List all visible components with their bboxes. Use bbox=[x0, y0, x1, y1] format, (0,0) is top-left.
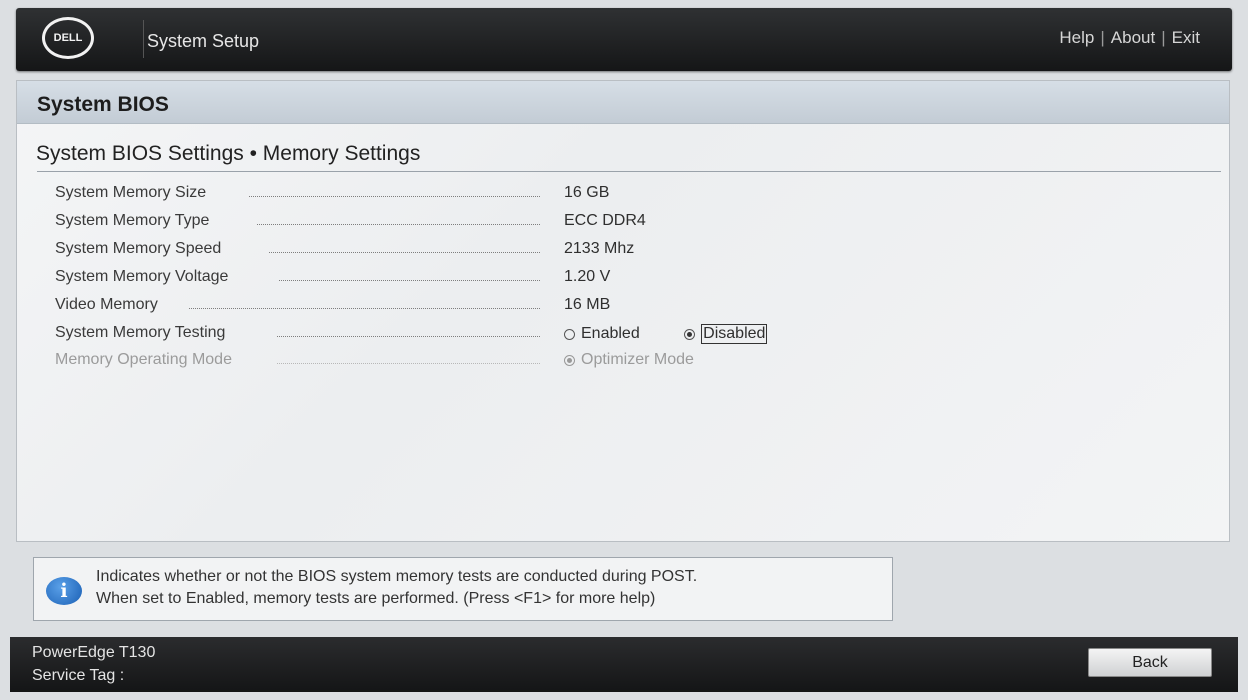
operating-mode-options: Optimizer Mode bbox=[564, 351, 694, 371]
setting-label: System Memory Size bbox=[55, 184, 207, 201]
setting-row-memory-type: System Memory Type ECC DDR4 bbox=[55, 212, 755, 234]
main-panel: System BIOS System BIOS Settings • Memor… bbox=[16, 80, 1230, 542]
setting-value: 16 MB bbox=[564, 296, 611, 313]
help-text-line-1: Indicates whether or not the BIOS system… bbox=[96, 568, 698, 585]
panel-title: System BIOS bbox=[37, 93, 169, 116]
back-button[interactable]: Back bbox=[1088, 648, 1212, 677]
setting-label: System Memory Type bbox=[55, 212, 210, 229]
help-box: i Indicates whether or not the BIOS syst… bbox=[33, 557, 893, 621]
service-tag-label: Service Tag : bbox=[32, 667, 125, 684]
model-name: PowerEdge T130 bbox=[32, 644, 156, 661]
memory-testing-options: Enabled Disabled bbox=[564, 324, 768, 345]
logo-text: DELL bbox=[53, 32, 83, 44]
setting-label: Memory Operating Mode bbox=[55, 351, 232, 368]
help-text-line-2: When set to Enabled, memory tests are pe… bbox=[96, 590, 656, 607]
setting-value: 2133 Mhz bbox=[564, 240, 635, 257]
header-links: Help | About | Exit bbox=[1059, 28, 1200, 47]
top-bar: DELL System Setup Help | About | Exit bbox=[16, 8, 1232, 71]
app-title: System Setup bbox=[147, 31, 260, 51]
dell-logo: DELL bbox=[42, 17, 94, 59]
setting-value: ECC DDR4 bbox=[564, 212, 646, 229]
divider bbox=[37, 171, 1221, 172]
setting-row-video-memory: Video Memory 16 MB bbox=[55, 296, 755, 318]
setting-value: 16 GB bbox=[564, 184, 610, 201]
setting-label: System Memory Testing bbox=[55, 324, 226, 341]
setting-row-memory-speed: System Memory Speed 2133 Mhz bbox=[55, 240, 755, 262]
setting-label: Video Memory bbox=[55, 296, 158, 313]
exit-link[interactable]: Exit bbox=[1172, 28, 1200, 47]
help-link[interactable]: Help bbox=[1059, 28, 1094, 47]
breadcrumb: System BIOS Settings • Memory Settings bbox=[36, 142, 421, 165]
setting-row-memory-size: System Memory Size 16 GB bbox=[55, 184, 755, 206]
setting-value: 1.20 V bbox=[564, 268, 611, 285]
radio-circle-icon bbox=[564, 328, 575, 340]
bottom-bar: PowerEdge T130 Service Tag : Back bbox=[10, 637, 1238, 692]
panel-header: System BIOS bbox=[17, 81, 1229, 124]
setting-row-operating-mode: Memory Operating Mode Optimizer Mode bbox=[55, 351, 755, 373]
radio-enabled[interactable]: Enabled bbox=[564, 325, 640, 343]
header-divider bbox=[143, 20, 144, 58]
radio-disabled[interactable]: Disabled bbox=[684, 324, 768, 344]
setting-row-memory-testing: System Memory Testing Enabled Disabled bbox=[55, 324, 768, 346]
setting-label: System Memory Voltage bbox=[55, 268, 229, 285]
radio-optimizer-mode: Optimizer Mode bbox=[564, 351, 694, 369]
setting-label: System Memory Speed bbox=[55, 240, 222, 257]
info-icon: i bbox=[46, 577, 82, 605]
radio-selected-icon bbox=[564, 354, 575, 366]
setting-row-memory-voltage: System Memory Voltage 1.20 V bbox=[55, 268, 755, 290]
radio-selected-icon bbox=[684, 328, 696, 340]
about-link[interactable]: About bbox=[1111, 28, 1155, 47]
